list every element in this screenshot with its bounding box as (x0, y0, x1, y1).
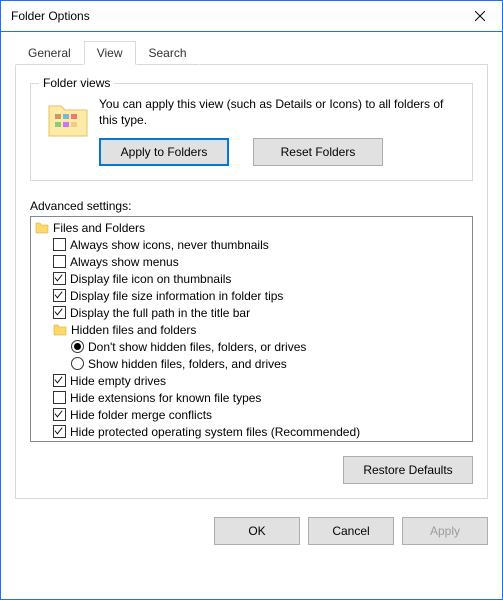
advanced-settings-label: Advanced settings: (30, 199, 473, 213)
close-button[interactable] (457, 1, 502, 31)
tab-general[interactable]: General (15, 41, 84, 65)
apply-to-folders-button[interactable]: Apply to Folders (99, 138, 229, 166)
tree-item-label: Hidden files and folders (71, 323, 196, 337)
folder-views-label: Folder views (39, 76, 114, 90)
checkbox-icon (53, 408, 66, 421)
window-title: Folder Options (11, 9, 90, 23)
checkbox-icon (53, 289, 66, 302)
checkbox-icon (53, 425, 66, 438)
tree-item[interactable]: Always show icons, never thumbnails (31, 236, 472, 253)
tree-item-label: Hide folder merge conflicts (70, 408, 212, 422)
tree-item: Hidden files and folders (31, 321, 472, 338)
tree-item[interactable]: Don't show hidden files, folders, or dri… (31, 338, 472, 355)
tree-item[interactable]: Display file icon on thumbnails (31, 270, 472, 287)
tree-item-label: Display the full path in the title bar (70, 306, 250, 320)
checkbox-icon (53, 255, 66, 268)
tree-item-label: Display file size information in folder … (70, 289, 283, 303)
tab-search[interactable]: Search (136, 41, 200, 65)
folder-views-desc: You can apply this view (such as Details… (99, 96, 460, 128)
tree-item[interactable]: Display the full path in the title bar (31, 304, 472, 321)
cancel-button[interactable]: Cancel (308, 517, 394, 545)
checkbox-icon (53, 238, 66, 251)
advanced-settings-tree[interactable]: Files and Folders Always show icons, neve… (30, 216, 473, 442)
tree-item-label: Always show icons, never thumbnails (70, 238, 269, 252)
apply-button[interactable]: Apply (402, 517, 488, 545)
tree-item-label: Show hidden files, folders, and drives (88, 357, 287, 371)
restore-defaults-button[interactable]: Restore Defaults (343, 456, 473, 484)
folder-views-group: Folder views You can apply this view (su… (30, 83, 473, 181)
tree-item-label: Always show menus (70, 255, 179, 269)
ok-button[interactable]: OK (214, 517, 300, 545)
checkbox-icon (53, 306, 66, 319)
titlebar: Folder Options (1, 1, 502, 32)
tree-item: Files and Folders (31, 219, 472, 236)
tree-item[interactable]: Hide folder merge conflicts (31, 406, 472, 423)
tree-item[interactable]: Hide empty drives (31, 372, 472, 389)
radio-icon (71, 340, 84, 353)
tree-item-label: Hide protected operating system files (R… (70, 425, 360, 439)
tree-item-label: Files and Folders (53, 221, 145, 235)
tree-item-label: Don't show hidden files, folders, or dri… (88, 340, 306, 354)
tree-item[interactable]: Display file size information in folder … (31, 287, 472, 304)
tab-strip: General View Search (15, 41, 488, 65)
checkbox-icon (53, 272, 66, 285)
close-icon (475, 11, 485, 21)
tab-panel-view: Folder views You can apply this view (su… (15, 64, 488, 499)
dialog-footer: OK Cancel Apply (1, 509, 502, 545)
tree-item[interactable]: Show hidden files, folders, and drives (31, 355, 472, 372)
tree-item[interactable]: Hide protected operating system files (R… (31, 423, 472, 440)
tab-view[interactable]: View (84, 41, 136, 65)
reset-folders-button[interactable]: Reset Folders (253, 138, 383, 166)
tree-item-label: Hide empty drives (70, 374, 166, 388)
folder-icon (35, 222, 49, 234)
tree-item[interactable]: Always show menus (31, 253, 472, 270)
tree-item[interactable]: Hide extensions for known file types (31, 389, 472, 406)
folder-icon (53, 324, 67, 336)
checkbox-icon (53, 391, 66, 404)
radio-icon (71, 357, 84, 370)
checkbox-icon (53, 374, 66, 387)
folder-views-icon (47, 98, 89, 140)
tree-item-label: Hide extensions for known file types (70, 391, 261, 405)
tree-item-label: Display file icon on thumbnails (70, 272, 231, 286)
